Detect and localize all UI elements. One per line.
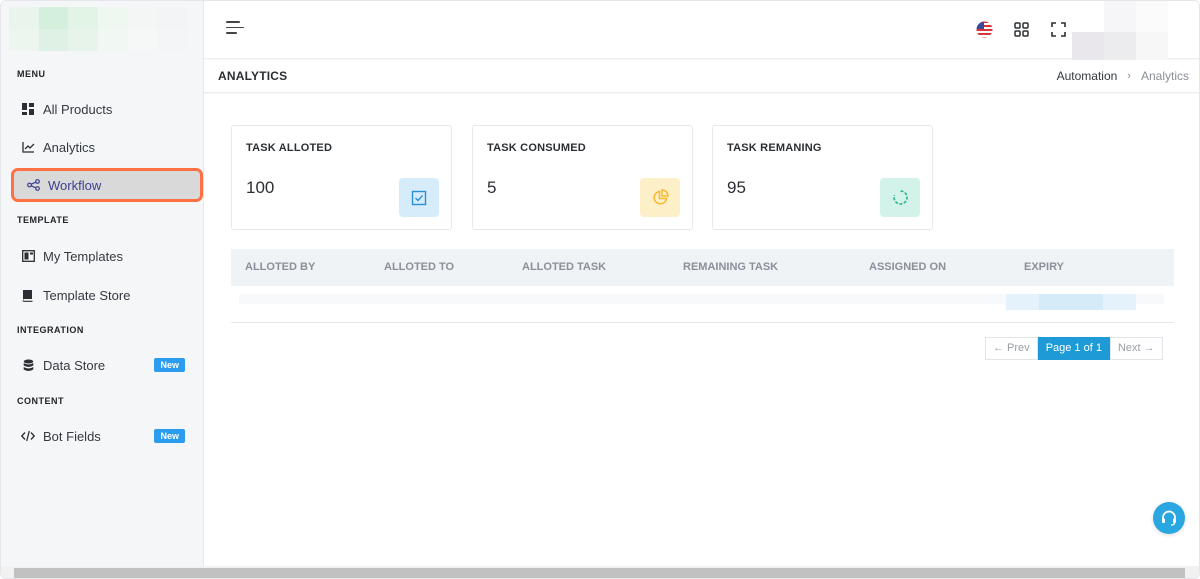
topbar — [204, 1, 1199, 63]
us-flag-icon[interactable] — [975, 20, 993, 38]
logo — [9, 7, 187, 51]
grid-icon — [21, 102, 35, 116]
apps-grid-icon[interactable] — [1012, 20, 1030, 38]
pie-chart-icon — [640, 178, 680, 217]
main-content: TASK ALLOTED 100 TASK CONSUMED 5 TASK RE… — [204, 94, 1199, 566]
breadcrumb: Automation › Analytics — [1057, 69, 1189, 83]
avatar[interactable] — [1072, 1, 1168, 63]
col-assigned-on: ASSIGNED ON — [869, 261, 947, 273]
sidebar-item-label: My Templates — [43, 248, 123, 264]
breadcrumb-analytics: Analytics — [1140, 69, 1189, 83]
card-label: TASK CONSUMED — [487, 142, 586, 154]
card-value: 95 — [727, 178, 746, 197]
sidebar-item-label: Bot Fields — [43, 428, 101, 444]
menu-toggle-icon[interactable] — [226, 21, 244, 37]
horizontal-scrollbar[interactable] — [1, 566, 1199, 578]
stat-card-task-alloted: TASK ALLOTED 100 — [231, 125, 452, 230]
col-alloted-task: ALLOTED TASK — [522, 261, 607, 273]
card-label: TASK ALLOTED — [246, 142, 333, 154]
sidebar-item-template-store[interactable]: Template Store — [9, 280, 199, 310]
sidebar-item-all-products[interactable]: All Products — [9, 94, 199, 124]
sidebar-item-label: Template Store — [43, 287, 131, 303]
table-header: ALLOTED BY ALLOTED TO ALLOTED TASK REMAI… — [231, 249, 1174, 286]
sidebar: MENU All Products Analytics Workflow TEM… — [1, 1, 204, 566]
page-title: ANALYTICS — [218, 69, 288, 83]
stat-card-task-consumed: TASK CONSUMED 5 — [472, 125, 693, 230]
book-icon — [21, 288, 35, 302]
card-label: TASK REMANING — [727, 142, 822, 154]
app-window: MENU All Products Analytics Workflow TEM… — [0, 0, 1200, 579]
breadcrumb-automation[interactable]: Automation — [1057, 69, 1118, 83]
col-expiry: EXPIRY — [1024, 261, 1064, 273]
page-header: ANALYTICS Automation › Analytics — [204, 60, 1199, 93]
sidebar-item-bot-fields[interactable]: Bot Fields New — [9, 421, 199, 451]
sidebar-item-label: Data Store — [43, 357, 106, 373]
check-square-icon — [399, 178, 439, 217]
section-menu: MENU — [17, 69, 46, 79]
new-badge: New — [154, 358, 185, 372]
scrollbar-thumb[interactable] — [14, 568, 1185, 578]
sidebar-item-my-templates[interactable]: My Templates — [9, 241, 199, 271]
support-chat-button[interactable] — [1153, 502, 1185, 534]
headset-icon — [1162, 510, 1176, 526]
sidebar-item-label: Analytics — [43, 139, 96, 155]
loader-icon — [880, 178, 920, 217]
pagination: ← Prev Page 1 of 1 Next → — [985, 337, 1163, 360]
next-button[interactable]: Next → — [1109, 337, 1163, 360]
new-badge: New — [154, 429, 185, 443]
stat-card-task-remaining: TASK REMANING 95 — [712, 125, 933, 230]
redacted-cell — [1039, 294, 1103, 310]
col-alloted-to: ALLOTED TO — [384, 261, 455, 273]
card-value: 100 — [246, 178, 275, 197]
prev-button[interactable]: ← Prev — [985, 337, 1038, 360]
section-integration: INTEGRATION — [17, 325, 84, 335]
template-icon — [21, 249, 35, 263]
fullscreen-icon[interactable] — [1049, 20, 1067, 38]
sidebar-item-analytics[interactable]: Analytics — [9, 132, 199, 162]
sidebar-item-workflow[interactable]: Workflow — [11, 168, 203, 202]
database-icon — [21, 358, 35, 372]
sidebar-item-label: Workflow — [48, 177, 102, 193]
share-nodes-icon — [26, 178, 40, 192]
current-page: Page 1 of 1 — [1037, 337, 1110, 360]
col-alloted-by: ALLOTED BY — [245, 261, 316, 273]
section-template: TEMPLATE — [17, 215, 69, 225]
sidebar-item-label: All Products — [43, 101, 113, 117]
col-remaining-task: REMAINING TASK — [683, 261, 779, 273]
table-row — [231, 288, 1174, 323]
line-chart-icon — [21, 140, 35, 154]
chevron-right-icon: › — [1127, 70, 1131, 82]
sidebar-item-data-store[interactable]: Data Store New — [9, 350, 199, 380]
card-value: 5 — [487, 178, 497, 197]
code-icon — [21, 429, 35, 443]
section-content: CONTENT — [17, 396, 64, 406]
